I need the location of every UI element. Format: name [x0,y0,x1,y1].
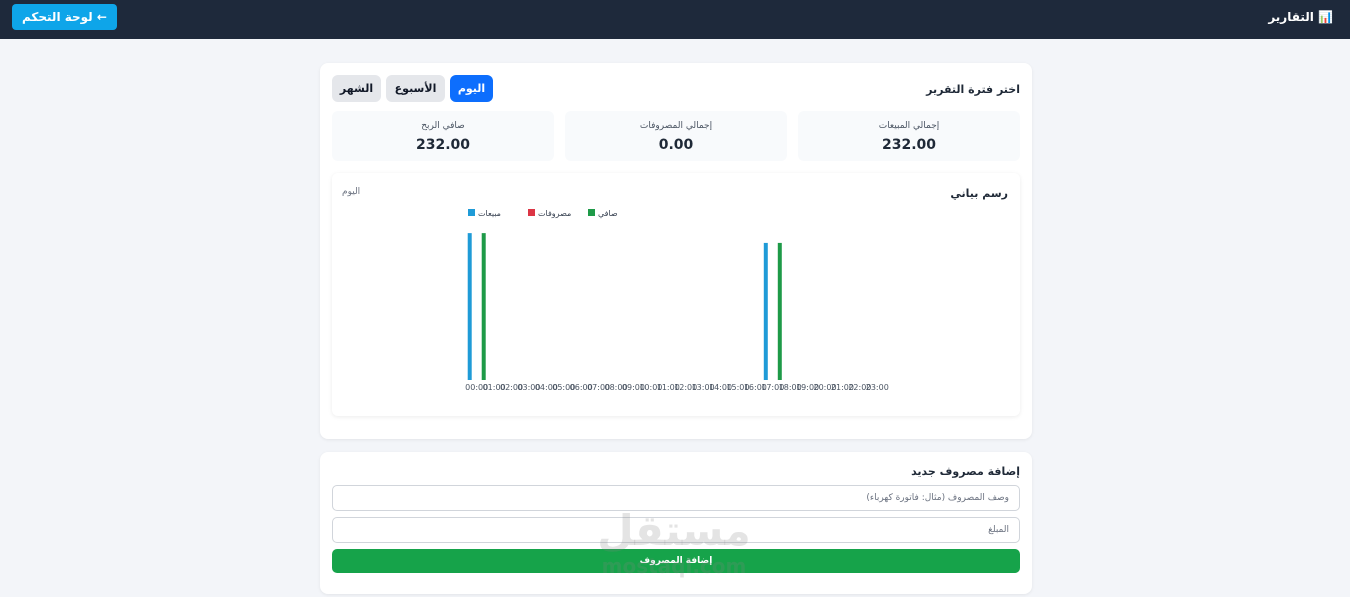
add-expense-card: إضافة مصروف جديد إضافة المصروف [320,452,1032,594]
chart-bar [481,233,486,380]
legend-label: مبيعات [478,209,501,218]
stat-value: 232.00 [881,137,937,153]
legend-label: مصروفات [538,209,571,218]
top-bar: 📊 التقارير ← لوحة التحكم [0,0,1350,39]
chart-panel: 00:00 01:00 02:00 03:00 04:00 05:00 06:00 07:00… [332,173,1020,416]
stat-net-profit: صافي الربح 232.00 [332,111,554,161]
add-expense-title: إضافة مصروف جديد [911,465,1020,478]
stat-label: صافي الربح [421,121,465,131]
stat-label: إجمالي المبيعات [878,121,940,131]
stat-label: إجمالي المصروفات [639,121,713,131]
bar-chart: 00:0001:0002:0003:0004:0005:0006:0007:00… [465,209,889,392]
add-expense-button[interactable]: إضافة المصروف [332,549,1020,573]
expense-amount-input[interactable] [332,517,1020,543]
legend-swatch [528,209,535,216]
tab-month[interactable]: الشهر [332,75,381,102]
page-title: 📊 التقارير [1268,10,1333,24]
tab-week[interactable]: الأسبوع [386,75,445,102]
legend-swatch [468,209,475,216]
stat-total-sales: إجمالي المبيعات 232.00 [798,111,1020,161]
chart-title: رسم بياني [950,187,1008,200]
legend-label: صافي [598,209,618,218]
legend-swatch [588,209,595,216]
stat-value: 232.00 [415,137,471,153]
stat-total-expenses: إجمالي المصروفات 0.00 [565,111,787,161]
period-title: اختر فترة التقرير [926,83,1020,96]
chart-bar [777,242,782,380]
chart-bar [467,233,472,380]
chart-bar [763,242,768,380]
x-tick-label: 23:00 [866,383,889,392]
report-card: اختر فترة التقرير اليوم الأسبوع الشهر صا… [320,63,1032,439]
back-to-dashboard-button[interactable]: ← لوحة التحكم [12,4,117,30]
stat-value: 0.00 [658,137,694,153]
expense-description-input[interactable] [332,485,1020,511]
chart-subtitle: اليوم [342,187,361,197]
tab-day[interactable]: اليوم [450,75,493,102]
